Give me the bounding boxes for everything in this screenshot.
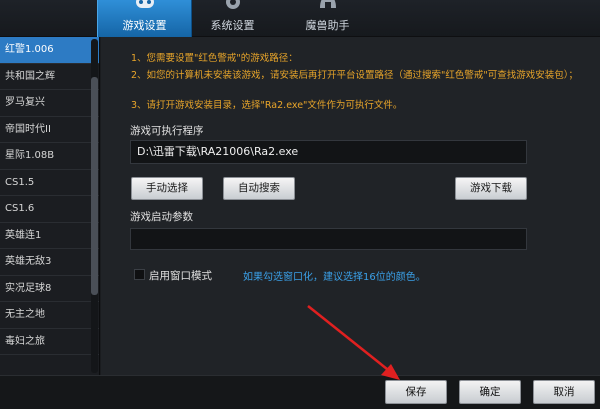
game-settings-panel: 1、您需要设置"红色警戒"的游戏路径： 2、如您的计算机未安装该游戏，请安装后再…	[101, 37, 600, 375]
exe-path-input[interactable]: D:\迅雷下载\RA21006\Ra2.exe	[130, 140, 527, 164]
manual-select-button[interactable]: 手动选择	[131, 177, 203, 200]
tab-system-settings[interactable]: 系统设置	[185, 0, 280, 37]
window-mode-label[interactable]: 启用窗口模式	[149, 268, 212, 283]
sidebar-item-coh[interactable]: 英雄连1	[0, 223, 99, 249]
save-button[interactable]: 保存	[385, 380, 447, 404]
game-list-sidebar: 红警1.006 共和国之辉 罗马复兴 帝国时代II 星际1.08B CS1.5 …	[0, 37, 100, 375]
instruction-3: 3、请打开游戏安装目录，选择"Ra2.exe"文件作为可执行文件。	[131, 100, 403, 111]
exe-label: 游戏可执行程序	[130, 125, 204, 137]
launch-args-label: 游戏启动参数	[130, 211, 193, 223]
window-mode-hint: 如果勾选窗口化，建议选择16位的颜色。	[243, 272, 426, 283]
sidebar-item-homm3[interactable]: 英雄无敌3	[0, 249, 99, 276]
top-tab-bar: 游戏设置 系统设置 魔兽助手	[0, 0, 600, 37]
sidebar-item-ra2[interactable]: 红警1.006	[0, 37, 99, 64]
gear-icon	[225, 0, 240, 9]
gamepad-icon	[135, 0, 154, 8]
sidebar-item-pes8[interactable]: 实况足球8	[0, 276, 99, 302]
sidebar-item-rome[interactable]: 罗马复兴	[0, 90, 99, 117]
tab-warcraft-helper[interactable]: 魔兽助手	[280, 0, 375, 37]
sidebar-scroll-thumb[interactable]	[91, 77, 98, 295]
sidebar-scrollbar[interactable]	[91, 39, 98, 373]
tab-label: 魔兽助手	[305, 19, 350, 32]
game-download-button[interactable]: 游戏下载	[455, 177, 527, 200]
sidebar-item-cs16[interactable]: CS1.6	[0, 196, 99, 223]
sidebar-item-republic[interactable]: 共和国之辉	[0, 64, 99, 90]
footer-bar: 保存 确定 取消	[0, 375, 600, 409]
helmet-icon	[319, 0, 336, 8]
launch-args-input[interactable]	[130, 228, 527, 250]
sidebar-item-starcraft[interactable]: 星际1.08B	[0, 143, 99, 170]
sidebar-item-poison[interactable]: 毒妇之旅	[0, 329, 99, 355]
tab-label: 系统设置	[210, 19, 255, 32]
sidebar-item-borderlands[interactable]: 无主之地	[0, 302, 99, 329]
tab-game-settings[interactable]: 游戏设置	[97, 0, 192, 37]
auto-search-button[interactable]: 自动搜索	[223, 177, 295, 200]
cancel-button[interactable]: 取消	[533, 380, 595, 404]
tab-label: 游戏设置	[122, 19, 167, 32]
instruction-1: 1、您需要设置"红色警戒"的游戏路径：	[131, 53, 298, 64]
sidebar-item-aoe2[interactable]: 帝国时代II	[0, 117, 99, 143]
window-mode-checkbox[interactable]	[134, 269, 145, 280]
instruction-2: 2、如您的计算机未安装该游戏，请安装后再打开平台设置路径（通过搜索"红色警戒"可…	[131, 70, 579, 81]
sidebar-item-cs15[interactable]: CS1.5	[0, 170, 99, 196]
ok-button[interactable]: 确定	[459, 380, 521, 404]
